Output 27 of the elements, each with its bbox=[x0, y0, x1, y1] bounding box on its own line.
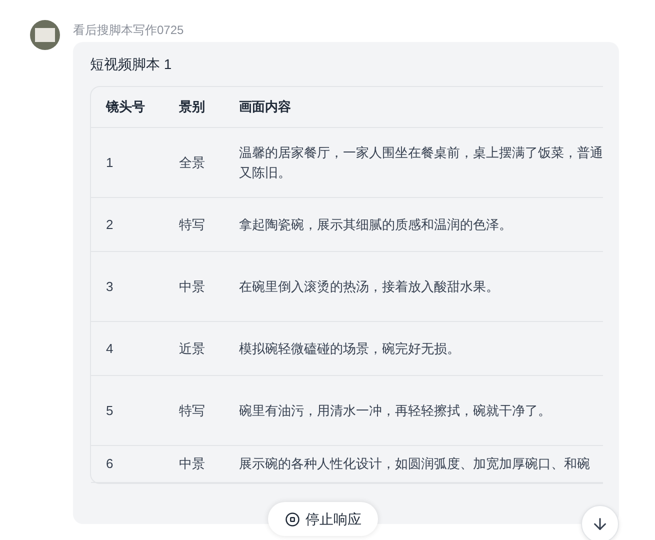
table-header: 镜头号 bbox=[104, 98, 146, 116]
table-cell-text: 4 bbox=[105, 340, 114, 358]
table-header: 画面内容 bbox=[239, 98, 291, 116]
table-cell-text: 模拟碗轻微磕碰的场景，碗完好无损。 bbox=[239, 340, 461, 358]
stop-icon bbox=[284, 512, 300, 526]
table-cell-text: 温馨的居家餐厅，一家人围坐在餐桌前，桌上摆满了饭菜，普通又陈旧。 bbox=[239, 144, 603, 182]
arrow-down-icon bbox=[591, 515, 609, 533]
table-cell-text: 6 bbox=[105, 455, 114, 474]
stop-response-button[interactable]: 停止响应 bbox=[268, 502, 378, 536]
avatar bbox=[30, 20, 60, 50]
table-cell-text: 展示碗的各种人性化设计，如圆润弧度、加宽加厚碗口、和碗 bbox=[239, 455, 591, 473]
table-cell-text: 5 bbox=[105, 402, 114, 420]
script-title: 短视频脚本 1 bbox=[90, 55, 173, 74]
table-cell-text: 2 bbox=[105, 216, 114, 234]
table-cell-text: 近景 bbox=[179, 340, 206, 358]
table-cell-text: 特写 bbox=[179, 402, 206, 420]
table-cell-text: 全景 bbox=[179, 154, 206, 172]
table-cell-text: 碗里有油污，用清水一冲，再轻轻擦拭，碗就干净了。 bbox=[239, 402, 552, 420]
table-cell-text: 3 bbox=[105, 278, 114, 296]
table-cell-text: 1 bbox=[105, 154, 114, 172]
table-cell-text: 在碗里倒入滚烫的热汤，接着放入酸甜水果。 bbox=[239, 278, 500, 296]
sender-name: 看后搜脚本写作0725 bbox=[73, 22, 185, 39]
table-header: 景别 bbox=[179, 98, 206, 116]
table-cell-text: 特写 bbox=[179, 216, 206, 234]
table-cell-text: 中景 bbox=[179, 455, 206, 474]
table-cell-text: 中景 bbox=[179, 278, 206, 296]
table-cell-text: 拿起陶瓷碗，展示其细腻的质感和温润的色泽。 bbox=[239, 216, 513, 234]
